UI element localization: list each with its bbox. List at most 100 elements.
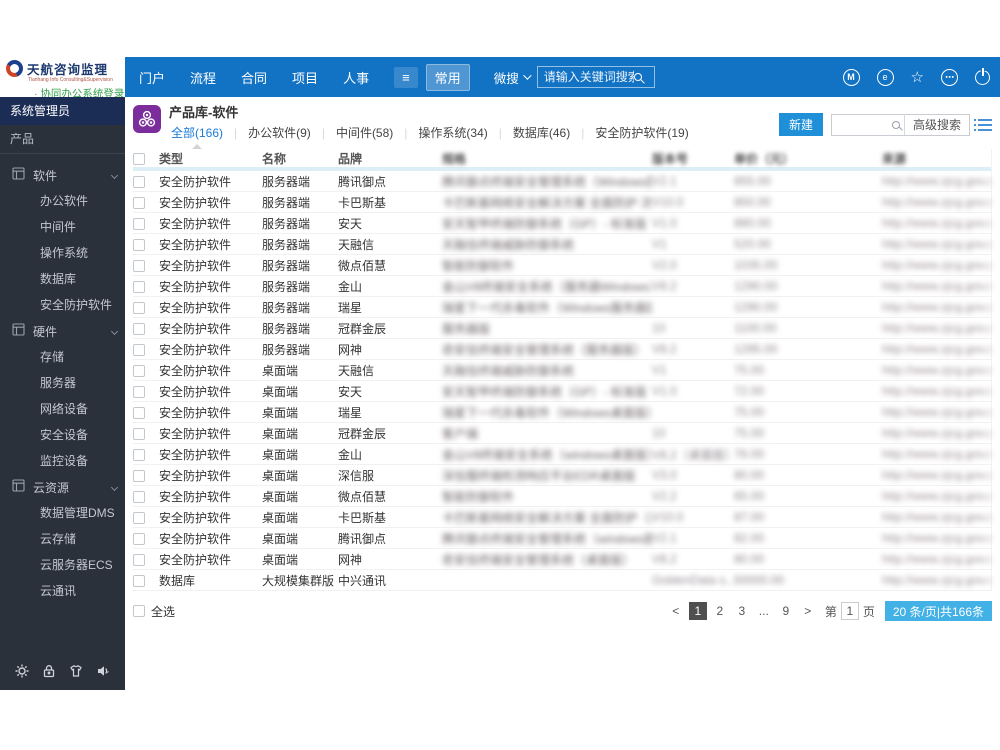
table-row[interactable]: 安全防护软件 桌面端 瑞星 瑞星下一代杀毒软件（Windows桌面版） 75.00 htt… [133, 402, 991, 423]
table-row[interactable]: 安全防护软件 服务器端 腾讯御点 腾讯御点终端安全管理系统（Windows版） V2.1… [133, 171, 991, 192]
sidebar-item-数据库[interactable]: 数据库 [0, 266, 125, 292]
sidebar-group-硬件[interactable]: 硬件 [0, 318, 125, 344]
tab-数据库(46)[interactable]: 数据库(46) [511, 124, 572, 147]
cell-source-link[interactable]: http://www.zjcg.gov.cn/cjgg/ [882, 426, 991, 440]
cell-source-link[interactable]: http://www.zjcg.gov.cn/cjgg/ [882, 552, 991, 566]
cell-source-link[interactable]: http://www.zjcg.gov.cn/cjgg/ [882, 447, 991, 461]
page-button-1[interactable]: 1 [688, 602, 707, 620]
sidebar-item-数据管理DMS[interactable]: 数据管理DMS [0, 500, 125, 526]
row-checkbox[interactable] [133, 364, 145, 377]
cell-source-link[interactable]: http://www.zjcg.gov.cn/cjgg/ [882, 573, 991, 587]
lock-icon[interactable] [41, 663, 57, 679]
nav-item-流程[interactable]: 流程 [190, 68, 216, 87]
table-row[interactable]: 安全防护软件 服务器端 冠群金辰 服务器版 10 1100.00 http://www.zj… [133, 318, 991, 339]
cell-source-link[interactable]: http://www.zjcg.gov.cn/cjgg/ [882, 321, 991, 335]
advanced-search-button[interactable]: 高级搜索 [903, 114, 969, 135]
cell-source-link[interactable]: http://www.zjcg.gov.cn/cjgg/ [882, 510, 991, 524]
table-row[interactable]: 安全防护软件 桌面端 金山 金山V8终端安全系统（windows桌面版） V8.2（桌面… [133, 444, 991, 465]
row-checkbox[interactable] [133, 532, 145, 545]
select-all-checkbox[interactable] [133, 605, 145, 617]
sidebar-item-安全防护软件[interactable]: 安全防护软件 [0, 292, 125, 318]
row-checkbox[interactable] [133, 343, 145, 356]
table-row[interactable]: 安全防护软件 服务器端 天融信 天融信终端威胁防御系统 V1 520.00 http://w… [133, 234, 991, 255]
sidebar-item-安全设备[interactable]: 安全设备 [0, 422, 125, 448]
row-checkbox[interactable] [133, 175, 145, 188]
sidebar-item-云通讯[interactable]: 云通讯 [0, 578, 125, 604]
row-checkbox[interactable] [133, 448, 145, 461]
table-row[interactable]: 安全防护软件 桌面端 卡巴斯基 卡巴斯基网络安全解决方案 全面防护（桌面）- 10..… [133, 507, 991, 528]
sidebar-item-中间件[interactable]: 中间件 [0, 214, 125, 240]
table-row[interactable]: 安全防护软件 桌面端 冠群金辰 客户端 10 75.00 http://www.zjcg.g… [133, 423, 991, 444]
sidebar-item-网络设备[interactable]: 网络设备 [0, 396, 125, 422]
settings-gear-icon[interactable] [14, 663, 30, 679]
row-checkbox[interactable] [133, 280, 145, 293]
sidebar-item-监控设备[interactable]: 监控设备 [0, 448, 125, 474]
nav-item-favorite[interactable]: 常用 [425, 63, 470, 91]
table-row[interactable]: 安全防护软件 服务器端 卡巴斯基 卡巴斯基网络安全解决方案 全面防护 次年升级版（10… [133, 192, 991, 213]
message-circle-icon[interactable]: e [876, 68, 894, 86]
cell-source-link[interactable]: http://www.zjcg.gov.cn/cjgg/ [882, 489, 991, 503]
more-circle-icon[interactable]: ⋯ [941, 68, 958, 86]
table-row[interactable]: 安全防护软件 服务器端 瑞星 瑞星下一代杀毒软件（Windows服务器版） 1290.0… [133, 297, 991, 318]
table-row[interactable]: 数据库 大规模集群版 中兴通讯 GoldenData s... 50000.00 http… [133, 570, 991, 591]
sidebar-item-操作系统[interactable]: 操作系统 [0, 240, 125, 266]
table-search-input[interactable] [831, 115, 890, 134]
table-row[interactable]: 安全防护软件 桌面端 网神 奇安信终端安全管理系统（桌面版） V8.2 80.00 http… [133, 549, 991, 570]
table-row[interactable]: 安全防护软件 桌面端 腾讯御点 腾讯御点终端安全管理系统（windows版）V2.1V… [133, 528, 991, 549]
nav-item-项目[interactable]: 项目 [292, 68, 318, 87]
row-checkbox[interactable] [133, 322, 145, 335]
table-row[interactable]: 安全防护软件 桌面端 安天 安天智甲终端防御系统（GP）- 标准版 V1.0 72.00 h… [133, 381, 991, 402]
row-checkbox[interactable] [133, 490, 145, 503]
table-row[interactable]: 安全防护软件 桌面端 深信服 深信服终端检测响应平台EDR桌面版 V3.0 80.00 ht… [133, 465, 991, 486]
page-size-badge[interactable]: 20 条/页|共166条 [884, 601, 992, 621]
cell-source-link[interactable]: http://www.zjcg.gov.cn/cjgg/ [882, 174, 991, 188]
row-checkbox[interactable] [133, 217, 145, 230]
tab-中间件(58)[interactable]: 中间件(58) [334, 124, 395, 147]
cell-source-link[interactable]: http://www.zjcg.gov.cn/cjgg/ [882, 195, 991, 209]
nav-item-门户[interactable]: 门户 [139, 68, 165, 87]
sidebar-item-存储[interactable]: 存储 [0, 344, 125, 370]
cell-source-link[interactable]: http://www.zjcg.gov.cn/cjgg/ [882, 468, 991, 482]
table-row[interactable]: 安全防护软件 服务器端 金山 金山V8终端安全系统（服务器Windows系统版）V8.… [133, 276, 991, 297]
nav-item-合同[interactable]: 合同 [241, 68, 267, 87]
cell-source-link[interactable]: http://www.zjcg.gov.cn/cjgg/ [882, 531, 991, 545]
cell-source-link[interactable]: http://www.zjcg.gov.cn/cjgg/ [882, 300, 991, 314]
row-checkbox[interactable] [133, 511, 145, 524]
jump-page-input[interactable]: 1 [840, 602, 859, 620]
page-button-9[interactable]: 9 [777, 602, 795, 620]
row-checkbox[interactable] [133, 406, 145, 419]
cell-source-link[interactable]: http://www.zjcg.gov.cn/cjgg/ [882, 405, 991, 419]
sidebar-category-product[interactable]: 产品 [0, 125, 125, 154]
row-checkbox[interactable] [133, 574, 145, 587]
table-search-icon[interactable] [891, 120, 900, 129]
list-view-icon[interactable] [974, 118, 992, 131]
cell-source-link[interactable]: http://www.zjcg.gov.cn/cjgg/ [882, 216, 991, 230]
row-checkbox[interactable] [133, 427, 145, 440]
cell-source-link[interactable]: http://www.zjcg.gov.cn/cjgg/ [882, 279, 991, 293]
row-checkbox[interactable] [133, 259, 145, 272]
page-button-...[interactable]: ... [755, 602, 773, 620]
table-row[interactable]: 安全防护软件 桌面端 天融信 天融信终端威胁防御系统 V1 75.00 http://www… [133, 360, 991, 381]
global-search-input[interactable] [543, 70, 634, 84]
search-scope-dropdown[interactable]: 微搜 [494, 68, 532, 87]
cell-source-link[interactable]: http://www.zjcg.gov.cn/cjgg/ [882, 237, 991, 251]
next-page-button[interactable]: > [799, 602, 817, 620]
page-button-2[interactable]: 2 [711, 602, 729, 620]
tab-全部(166)[interactable]: 全部(166) [169, 124, 225, 147]
nav-item-人事[interactable]: 人事 [343, 68, 369, 87]
row-checkbox[interactable] [133, 385, 145, 398]
new-button[interactable]: 新建 [778, 113, 823, 136]
table-row[interactable]: 安全防护软件 桌面端 微点佰慧 智能防御软件 V2.2 65.00 http://www.z… [133, 486, 991, 507]
sidebar-item-云存储[interactable]: 云存储 [0, 526, 125, 552]
sidebar-group-云资源[interactable]: 云资源 [0, 474, 125, 500]
sidebar-item-云服务器ECS[interactable]: 云服务器ECS [0, 552, 125, 578]
table-row[interactable]: 安全防护软件 服务器端 网神 奇安信终端安全管理系统（服务器版） V8.2 1295.00… [133, 339, 991, 360]
nav-menu-button[interactable]: ≡ [394, 66, 418, 88]
m-circle-icon[interactable]: M [842, 68, 860, 86]
table-row[interactable]: 安全防护软件 服务器端 微点佰慧 智能防御软件 V2.0 1035.00 http://ww… [133, 255, 991, 276]
tab-办公软件(9)[interactable]: 办公软件(9) [246, 124, 313, 147]
table-row[interactable]: 安全防护软件 服务器端 安天 安天智甲终端防御系统（GP）- 标准版 V1.0 880.0… [133, 213, 991, 234]
cell-source-link[interactable]: http://www.zjcg.gov.cn/cjgg/ [882, 363, 991, 377]
theme-shirt-icon[interactable] [68, 663, 84, 679]
prev-page-button[interactable]: < [667, 602, 685, 620]
